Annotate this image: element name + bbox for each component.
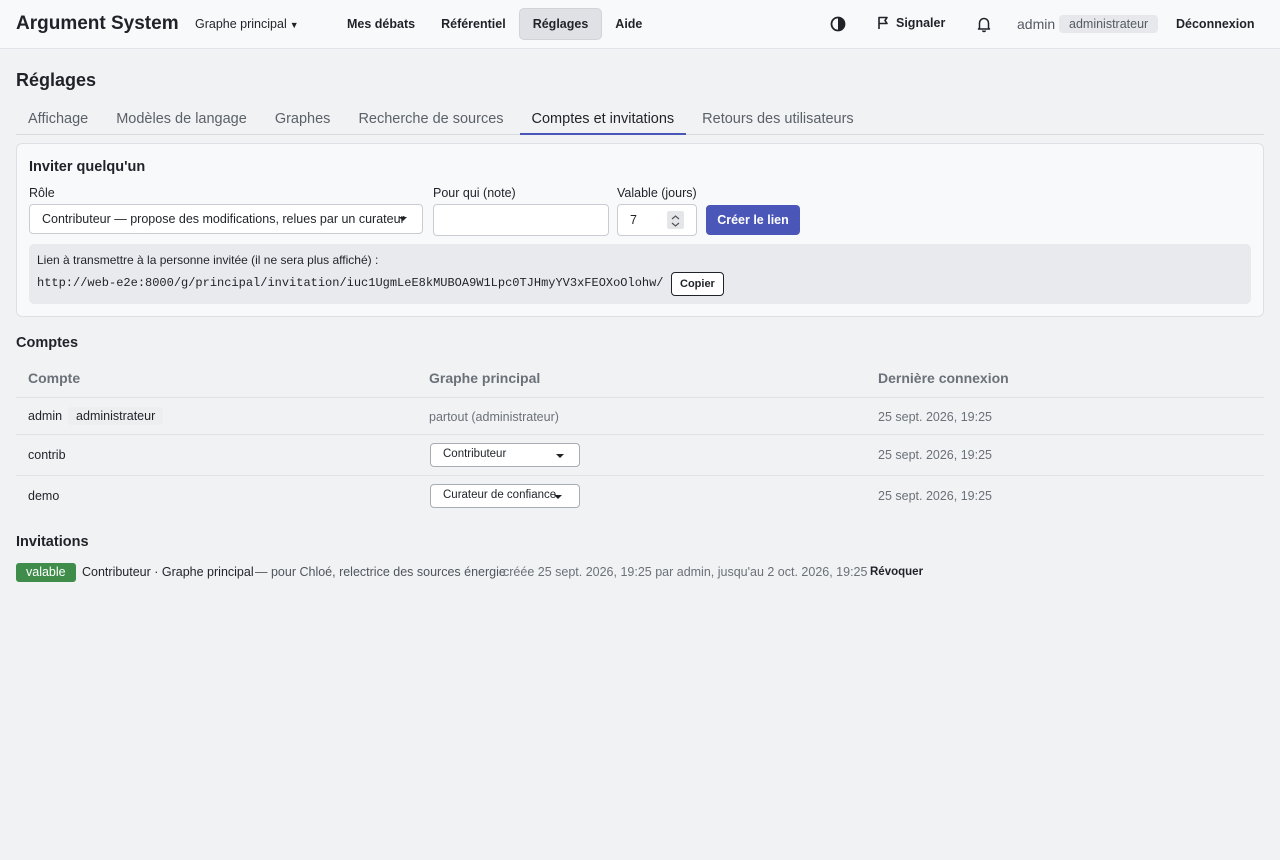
tab-affichage[interactable]: Affichage xyxy=(16,104,100,134)
main-nav: Mes débats Référentiel Réglages Aide xyxy=(334,8,655,40)
current-user: admin xyxy=(1017,16,1056,32)
status-badge: valable xyxy=(16,563,76,582)
nav-referentiel[interactable]: Référentiel xyxy=(428,8,519,40)
col-graphe: Graphe principal xyxy=(429,370,541,386)
days-label: Valable (jours) xyxy=(617,186,697,200)
note-input[interactable] xyxy=(433,204,609,236)
flag-icon xyxy=(878,16,888,29)
invite-title: Inviter quelqu'un xyxy=(29,159,146,175)
nav-aide[interactable]: Aide xyxy=(602,8,655,40)
invite-link-url[interactable]: http://web-e2e:8000/g/principal/invitati… xyxy=(37,276,664,290)
account-role-select[interactable]: Contributeur xyxy=(430,443,580,467)
user-role-badge: administrateur xyxy=(1059,15,1159,33)
report-button[interactable]: Signaler xyxy=(876,16,945,30)
graph-switcher-label: Graphe principal xyxy=(195,17,287,31)
tab-comptes[interactable]: Comptes et invitations xyxy=(519,104,687,135)
account-role-select-value: Contributeur xyxy=(443,448,507,460)
stepper-icon[interactable] xyxy=(667,211,684,229)
table-row: contrib Contributeur 25 sept. 2026, 19:2… xyxy=(16,434,1264,476)
role-label: Rôle xyxy=(29,186,55,200)
tab-retours[interactable]: Retours des utilisateurs xyxy=(690,104,866,134)
col-compte: Compte xyxy=(28,370,81,386)
graph-switcher[interactable]: Graphe principal ▼ xyxy=(195,17,299,31)
invitations-title: Invitations xyxy=(16,534,89,550)
tab-recherche[interactable]: Recherche de sources xyxy=(346,104,515,134)
chevron-down-icon xyxy=(553,485,563,515)
days-input[interactable]: 7 xyxy=(617,204,697,236)
contrast-icon[interactable] xyxy=(828,14,848,34)
caret-down-icon: ▼ xyxy=(289,20,299,30)
nav-mes-debats[interactable]: Mes débats xyxy=(334,8,428,40)
invite-card: Inviter quelqu'un Rôle Pour qui (note) V… xyxy=(16,143,1264,317)
days-value: 7 xyxy=(630,213,637,227)
table-row: demo Curateur de confiance 25 sept. 2026… xyxy=(16,475,1264,517)
logout-button[interactable]: Déconnexion xyxy=(1176,17,1255,31)
account-name: contrib xyxy=(28,448,66,462)
page-title: Réglages xyxy=(16,70,97,90)
invitation-meta: créée 25 sept. 2026, 19:25 par admin, ju… xyxy=(503,565,868,579)
col-derniere-connexion: Dernière connexion xyxy=(878,370,1009,386)
note-label: Pour qui (note) xyxy=(433,186,516,200)
chevron-down-icon xyxy=(555,444,565,474)
chevron-down-icon xyxy=(398,205,408,243)
account-name: admin administrateur xyxy=(28,407,164,425)
account-name: demo xyxy=(28,489,60,503)
account-graph-role: partout (administrateur) xyxy=(429,410,559,424)
revoke-button[interactable]: Révoquer xyxy=(870,566,923,578)
create-link-button[interactable]: Créer le lien xyxy=(706,205,800,235)
table-row: admin administrateur partout (administrat… xyxy=(16,397,1264,435)
settings-tabs: Affichage Modèles de langage Graphes Rec… xyxy=(16,104,1264,135)
tab-modeles[interactable]: Modèles de langage xyxy=(104,104,259,134)
account-last-login: 25 sept. 2026, 19:25 xyxy=(878,489,992,503)
app-title[interactable]: Argument System xyxy=(16,13,179,35)
copy-button[interactable]: Copier xyxy=(671,272,724,296)
bell-icon[interactable] xyxy=(974,14,994,34)
account-name-text: admin xyxy=(28,409,63,423)
account-last-login: 25 sept. 2026, 19:25 xyxy=(878,448,992,462)
tab-graphes[interactable]: Graphes xyxy=(263,104,343,134)
nav-reglages[interactable]: Réglages xyxy=(518,8,603,40)
top-bar: Argument System Graphe principal ▼ Mes dé… xyxy=(0,0,1280,49)
invitation-note: — pour Chloé, relectrice des sources éne… xyxy=(255,565,506,579)
account-role-select-value: Curateur de confiance xyxy=(443,489,557,501)
account-role-select[interactable]: Curateur de confiance xyxy=(430,484,580,508)
invite-link-box: Lien à transmettre à la personne invitée… xyxy=(29,244,1251,304)
invitation-role-graph: Contributeur · Graphe principal xyxy=(82,565,254,579)
account-last-login: 25 sept. 2026, 19:25 xyxy=(878,410,992,424)
role-select-value: Contributeur — propose des modifications… xyxy=(42,212,405,226)
account-role-badge: administrateur xyxy=(68,407,164,425)
report-label: Signaler xyxy=(896,16,946,30)
accounts-title: Comptes xyxy=(16,335,79,351)
role-select[interactable]: Contributeur — propose des modifications… xyxy=(29,204,423,234)
invite-link-label: Lien à transmettre à la personne invitée… xyxy=(37,253,379,267)
